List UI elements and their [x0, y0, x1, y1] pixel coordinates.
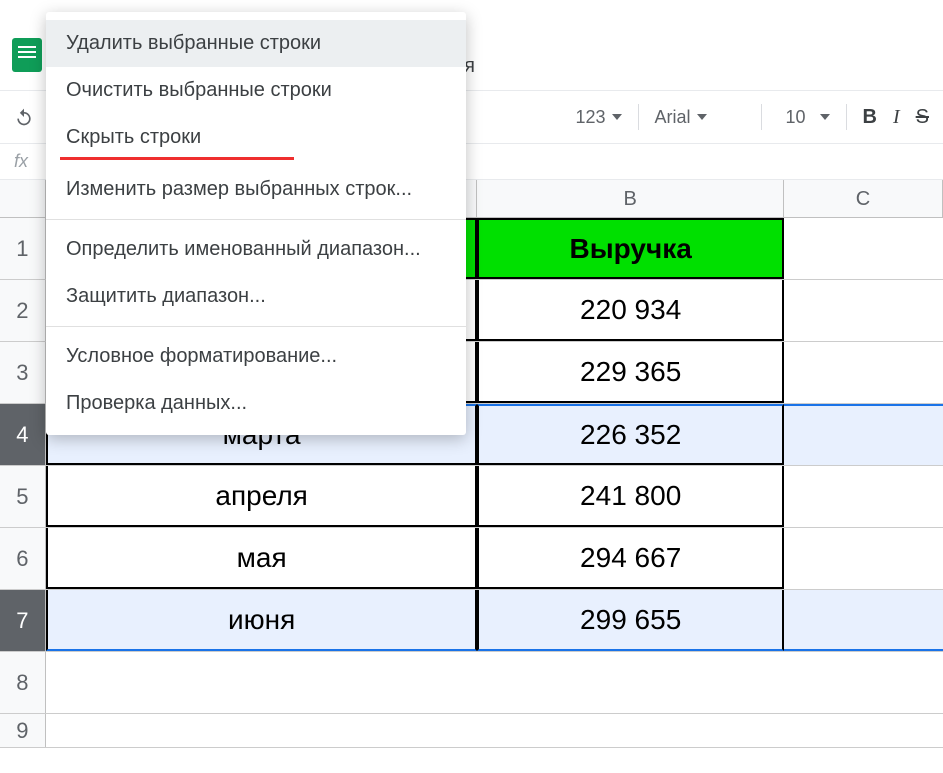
bold-button[interactable]: B: [863, 106, 877, 129]
row-header[interactable]: 9: [0, 714, 46, 747]
ctx-conditional-format[interactable]: Условное форматирование...: [46, 333, 466, 380]
cell-A[interactable]: мая: [46, 528, 478, 589]
chevron-down-icon: [697, 114, 707, 120]
chevron-down-icon: [820, 114, 830, 120]
table-row: 9: [0, 714, 943, 748]
row-header[interactable]: 6: [0, 528, 46, 589]
font-size-dropdown[interactable]: 10: [778, 107, 830, 128]
separator: [761, 104, 762, 130]
table-row: 7июня299 655: [0, 590, 943, 652]
cell-B[interactable]: Выручка: [477, 218, 783, 279]
separator: [846, 104, 847, 130]
cell-C[interactable]: [784, 714, 943, 747]
table-row: 6мая294 667: [0, 528, 943, 590]
font-size-label: 10: [778, 107, 814, 128]
chevron-down-icon: [612, 114, 622, 120]
undo-icon[interactable]: [14, 107, 34, 127]
divider: [46, 219, 466, 220]
cell-B[interactable]: 220 934: [477, 280, 783, 341]
cell-B[interactable]: [477, 714, 783, 747]
fx-label: fx: [14, 151, 28, 172]
italic-button[interactable]: I: [893, 106, 900, 129]
cell-C[interactable]: [784, 590, 943, 651]
cell-C[interactable]: [784, 466, 943, 527]
cell-A[interactable]: апреля: [46, 466, 478, 527]
cell-C[interactable]: [784, 280, 943, 341]
cell-C[interactable]: [784, 652, 943, 713]
row-header[interactable]: 5: [0, 466, 46, 527]
row-header[interactable]: 2: [0, 280, 46, 341]
table-row: 8: [0, 652, 943, 714]
row-header[interactable]: 8: [0, 652, 46, 713]
separator: [638, 104, 639, 130]
table-row: 5апреля241 800: [0, 466, 943, 528]
row-header[interactable]: 4: [0, 404, 46, 465]
cell-C[interactable]: [784, 404, 943, 465]
ctx-protect-range[interactable]: Защитить диапазон...: [46, 273, 466, 320]
context-menu: Удалить выбранные строки Очистить выбран…: [46, 12, 466, 435]
ctx-define-range[interactable]: Определить именованный диапазон...: [46, 226, 466, 273]
select-all-corner[interactable]: [0, 180, 46, 217]
cell-C[interactable]: [784, 528, 943, 589]
col-header-B[interactable]: B: [477, 180, 783, 217]
row-header[interactable]: 3: [0, 342, 46, 403]
ctx-delete-rows[interactable]: Удалить выбранные строки: [46, 20, 466, 67]
strike-button[interactable]: S: [916, 106, 929, 129]
cell-A[interactable]: [46, 714, 478, 747]
cell-B[interactable]: 299 655: [477, 590, 783, 651]
number-format-label: 123: [575, 107, 605, 128]
ctx-data-validation[interactable]: Проверка данных...: [46, 380, 466, 427]
number-format-dropdown[interactable]: 123: [575, 107, 621, 128]
cell-B[interactable]: 241 800: [477, 466, 783, 527]
row-header[interactable]: 1: [0, 218, 46, 279]
col-header-C[interactable]: C: [784, 180, 943, 217]
cell-B[interactable]: 294 667: [477, 528, 783, 589]
row-header[interactable]: 7: [0, 590, 46, 651]
cell-C[interactable]: [784, 342, 943, 403]
ctx-hide-rows[interactable]: Скрыть строки: [46, 114, 466, 161]
ctx-resize-rows[interactable]: Изменить размер выбранных строк...: [46, 166, 466, 213]
ctx-clear-rows[interactable]: Очистить выбранные строки: [46, 67, 466, 114]
sheets-logo: [12, 38, 42, 72]
annotation-underline: [60, 157, 294, 160]
cell-C[interactable]: [784, 218, 943, 279]
cell-A[interactable]: [46, 652, 478, 713]
cell-B[interactable]: 229 365: [477, 342, 783, 403]
cell-B[interactable]: [477, 652, 783, 713]
font-name-dropdown[interactable]: Arial: [655, 107, 745, 128]
cell-A[interactable]: июня: [46, 590, 478, 651]
font-name-label: Arial: [655, 107, 691, 128]
cell-B[interactable]: 226 352: [477, 404, 783, 465]
divider: [46, 326, 466, 327]
